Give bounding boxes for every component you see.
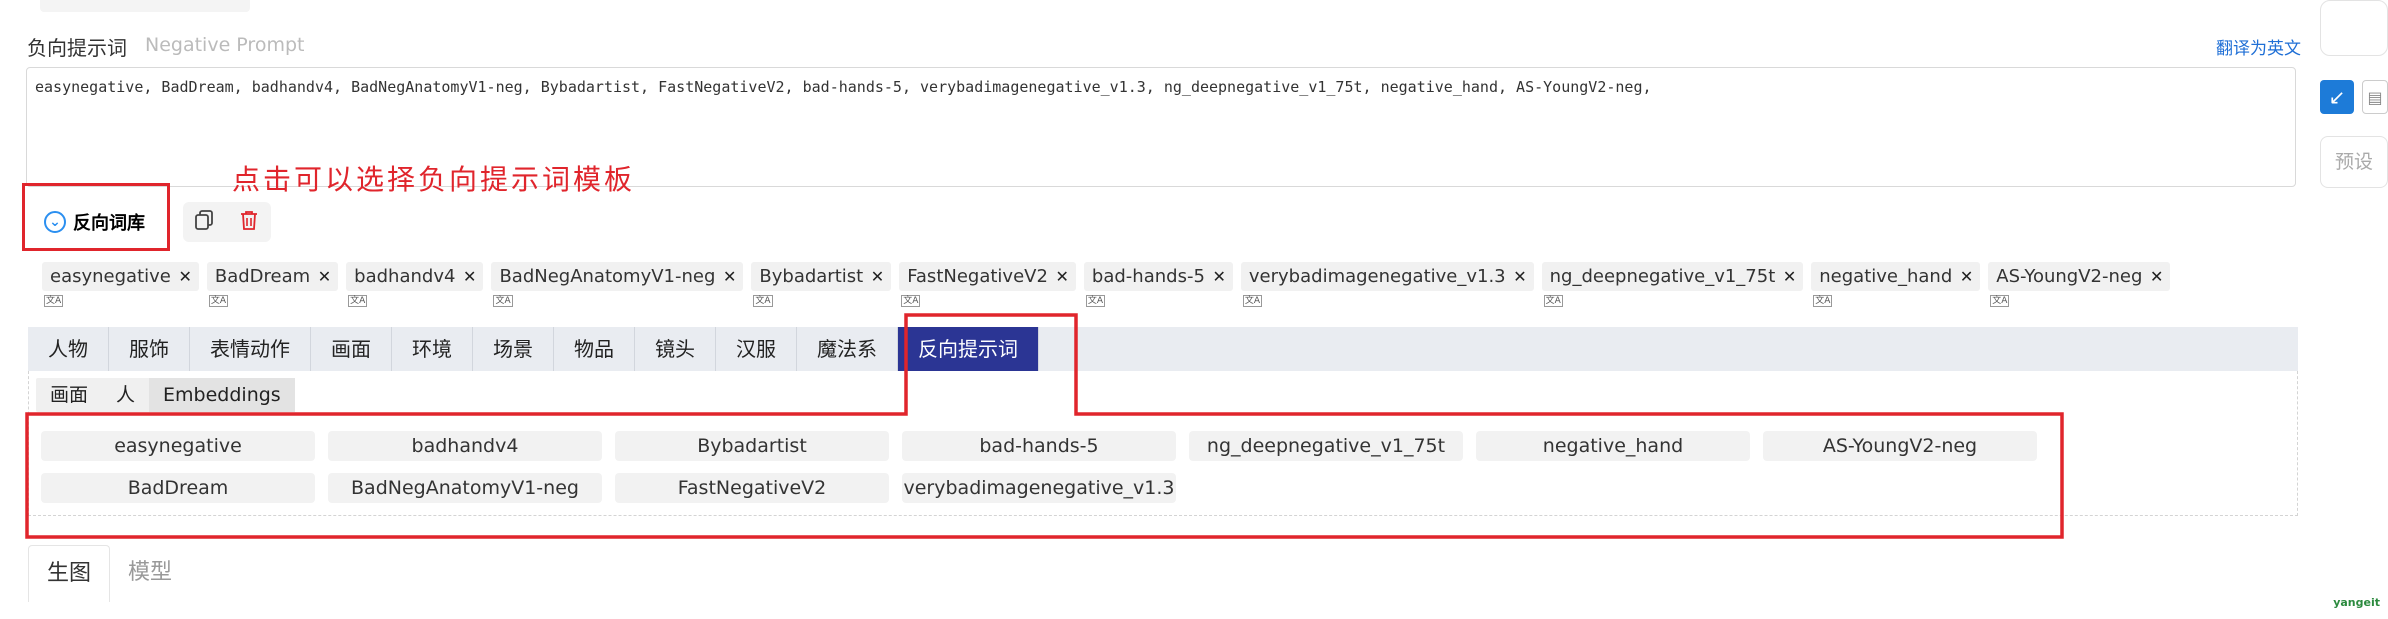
bottom-tab[interactable]: 模型 [110, 545, 190, 601]
annotation-highlight-panel [25, 313, 2064, 539]
watermark: yangeit [2333, 596, 2380, 609]
bottom-tabs: 生图 模型 [28, 545, 190, 602]
bottom-tab[interactable]: 生图 [28, 545, 111, 602]
preset-select[interactable]: 预设 [2320, 136, 2388, 188]
arrow-icon[interactable]: ↙ [2320, 80, 2354, 114]
right-panel-top-card [2320, 0, 2388, 56]
trash-icon[interactable]: ▤ [2362, 80, 2388, 114]
